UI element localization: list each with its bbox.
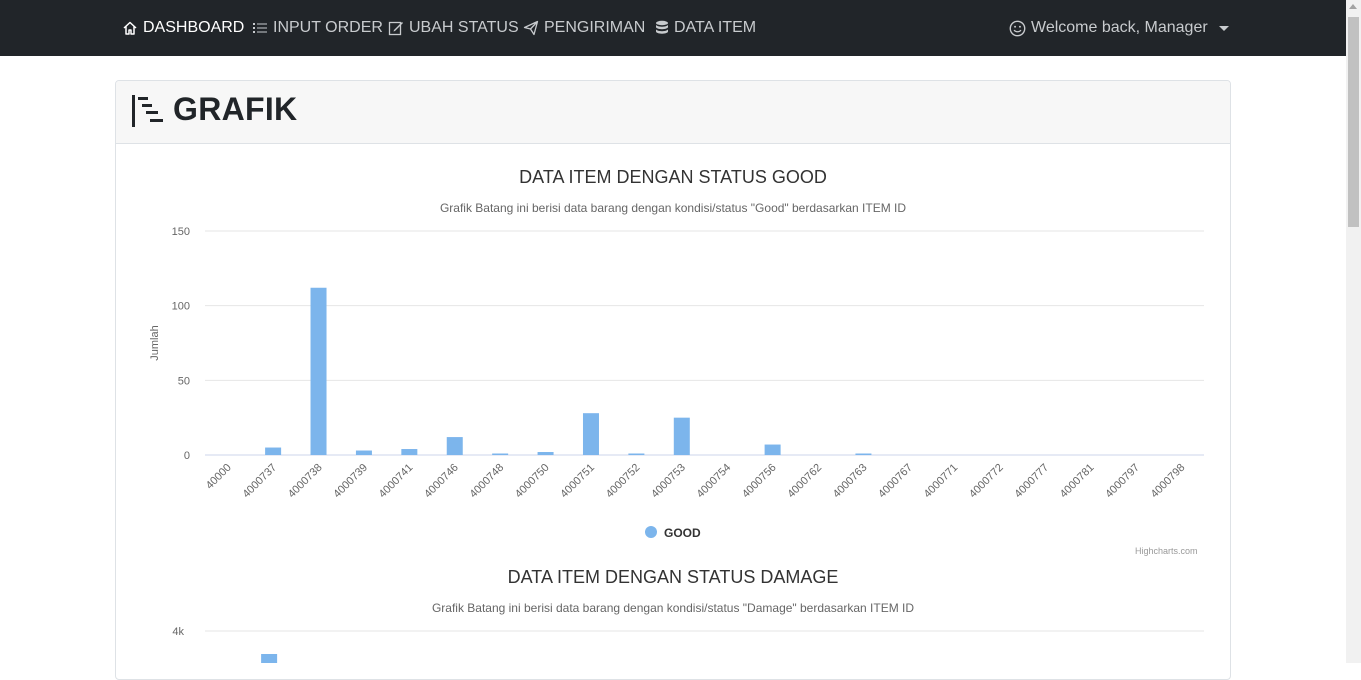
nav-ubah-status-label: UBAH STATUS <box>409 19 519 36</box>
nav-dashboard-label: DASHBOARD <box>143 19 245 36</box>
chart-title-good: DATA ITEM DENGAN STATUS GOOD <box>519 167 827 187</box>
nav-pengiriman[interactable]: PENGIRIMAN <box>523 17 645 39</box>
nav-ubah-status[interactable]: UBAH STATUS <box>388 17 519 39</box>
chart-subtitle-damage: Grafik Batang ini berisi data barang den… <box>431 601 915 615</box>
nav-pengiriman-label: PENGIRIMAN <box>544 19 646 36</box>
nav-dashboard[interactable]: DASHBOARD <box>122 17 244 39</box>
smiley-icon <box>1009 20 1026 36</box>
home-icon <box>123 21 137 35</box>
user-menu-dropdown[interactable]: Welcome back, Manager <box>1009 17 1229 39</box>
database-icon <box>656 20 668 34</box>
nav-data-item-label: DATA ITEM <box>674 19 757 36</box>
list-icon <box>253 23 267 33</box>
nav-data-item[interactable]: DATA ITEM <box>655 17 756 39</box>
nav-input-order-label: INPUT ORDER <box>273 19 383 36</box>
nav-input-order[interactable]: INPUT ORDER <box>252 17 383 39</box>
chart-subtitle-good: Grafik Batang ini berisi data barang den… <box>439 201 907 215</box>
highcharts-credit[interactable]: Highcharts.com <box>1135 546 1198 556</box>
page-scrollbar[interactable] <box>1346 0 1361 663</box>
top-navbar: DASHBOARD INPUT ORDER UBAH STATUS PENGIR… <box>0 0 1361 56</box>
edit-icon <box>388 21 403 36</box>
scrollbar-thumb[interactable] <box>1348 17 1359 227</box>
card-header: GRAFIK <box>116 81 1230 144</box>
page-title: GRAFIK <box>173 91 298 127</box>
user-menu-label: Welcome back, Manager <box>1031 19 1208 36</box>
scroll-up-arrow-icon[interactable] <box>1349 4 1357 9</box>
chart-title-damage: DATA ITEM DENGAN STATUS DAMAGE <box>507 567 839 587</box>
send-icon <box>523 20 539 36</box>
bar-list-icon <box>132 95 163 127</box>
chevron-down-icon <box>1218 25 1229 31</box>
